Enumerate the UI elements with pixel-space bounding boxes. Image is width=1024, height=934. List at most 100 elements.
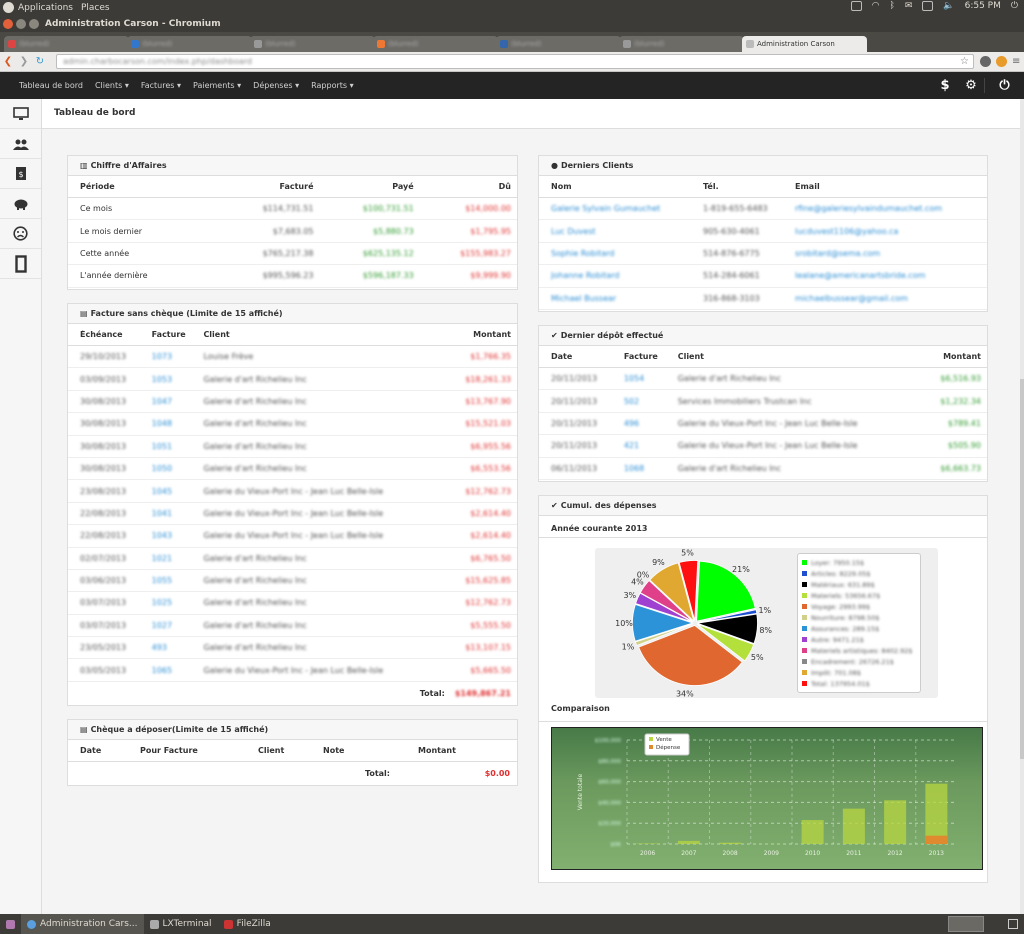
email-link[interactable]: michaelbussear@gmail.com [795,294,975,303]
sidebar-item-dashboard[interactable] [0,99,41,129]
invoice-link[interactable]: 1065 [152,666,204,675]
reload-icon[interactable]: ↻ [32,56,48,67]
invoice-link[interactable]: 1047 [152,397,204,406]
taskbar-item-chromium[interactable]: Administration Cars... [21,914,144,934]
sidebar-item-clients[interactable] [0,129,41,159]
scrollbar-thumb[interactable] [1020,379,1024,759]
invoice-link[interactable]: 1045 [152,487,204,496]
invoice-link[interactable]: 1048 [152,419,204,428]
invoice-link[interactable]: 1053 [152,375,204,384]
email-link[interactable]: srobitard@sema.com [795,249,975,258]
table-row: 23/05/2013 493 Galerie d'art Richelieu Inc… [68,637,517,660]
invoice-link[interactable]: 493 [152,643,204,652]
sidebar-item-depenses[interactable] [0,219,41,249]
trash-icon[interactable] [1008,919,1018,929]
invoice-link[interactable]: 1055 [152,576,204,585]
mail-icon[interactable]: ✉ [905,1,913,11]
legend-label: Autre: 9471.21$ [811,635,864,644]
extension-icon[interactable] [980,56,991,67]
client-cell: Galerie d'art Richelieu Inc [677,374,782,384]
bookmark-star-icon[interactable]: ☆ [960,56,969,67]
user-icon: ● [551,161,558,170]
client-name-link[interactable]: Sophie Robitard [551,249,703,258]
browser-tab[interactable]: (blurred) [4,36,129,52]
browser-tab[interactable]: (blurred) [373,36,498,52]
legend-item: Voyage: 2993.99$ [802,601,916,612]
dollar-icon[interactable]: $ [932,78,958,93]
maximize-window-icon[interactable] [29,18,39,29]
address-bar[interactable]: admin.charbocarson.com/index.php/dashboa… [56,54,974,69]
y-tick-label: $20,000 [598,821,621,827]
paye-cell: $100,731.51 [362,204,414,214]
wifi-icon[interactable]: ◠ [872,1,880,11]
email-link[interactable]: rfine@galeriesylvaindumauchet.com [795,204,975,213]
nav-clients[interactable]: Clients ▾ [95,81,129,90]
invoice-link[interactable]: 1027 [152,621,204,630]
pie-percent-label: 9% [652,558,665,567]
invoice-link[interactable]: 1068 [624,464,678,473]
browser-tab[interactable]: (blurred) [127,36,252,52]
gear-icon[interactable]: ⚙ [958,78,984,93]
volume-icon[interactable]: 🔈 [943,1,954,11]
echeance-cell: 30/08/2013 [80,396,127,406]
menu-applications[interactable]: Applications [18,3,73,13]
workspace-switcher[interactable] [948,916,984,932]
menu-places[interactable]: Places [81,3,110,13]
browser-tab[interactable]: (blurred) [250,36,375,52]
invoice-link[interactable]: 1041 [152,509,204,518]
extension-icon[interactable] [996,56,1007,67]
taskbar-item-filezilla[interactable]: FileZilla [218,914,277,934]
client-name-link[interactable]: Luc Duvest [551,227,703,236]
legend-swatch [649,737,653,741]
client-cell: Galerie du Vieux-Port Inc - Jean Luc Bel… [203,508,384,518]
invoice-link[interactable]: 1051 [152,442,204,451]
sidebar-item-rapports[interactable] [0,249,41,279]
forward-icon[interactable]: ❯ [16,56,32,67]
show-desktop-icon[interactable] [0,914,21,934]
legend-item: Assurances: 289.15$ [802,623,916,634]
invoice-link[interactable]: 502 [624,397,678,406]
table-row: 02/07/2013 1021 Galerie d'art Richelieu In… [68,548,517,570]
back-icon[interactable]: ❮ [0,56,16,67]
ubuntu-logo-icon[interactable] [3,2,14,13]
extensions: ≡ [980,56,1023,67]
nav-depenses[interactable]: Dépenses ▾ [253,81,299,90]
echeance-cell: 23/08/2013 [80,486,127,496]
power-icon[interactable]: ⏻ [984,78,1024,93]
nav-rapports[interactable]: Rapports ▾ [311,81,354,90]
browser-tab[interactable]: (blurred) [496,36,621,52]
browser-tab-active[interactable]: Administration Carson [742,36,867,52]
client-name-link[interactable]: Johanne Robitard [551,271,703,280]
invoice-link[interactable]: 1050 [152,464,204,473]
client-name-link[interactable]: Michael Bussear [551,294,703,303]
minimize-window-icon[interactable] [16,18,26,29]
browser-tab[interactable]: (blurred) [619,36,744,52]
email-link[interactable]: lealane@americanartsbride.com [795,271,975,280]
nav-factures[interactable]: Factures ▾ [141,81,181,90]
page-scrollbar[interactable] [1020,99,1024,914]
keyboard-icon[interactable] [850,1,862,11]
invoice-link[interactable]: 1054 [624,374,678,383]
sidebar-item-factures[interactable]: $ [0,159,41,189]
sidebar-item-paiements[interactable] [0,189,41,219]
invoice-link[interactable]: 496 [624,419,678,428]
email-link[interactable]: lucduvest1106@yahoo.ca [795,227,975,236]
invoice-link[interactable]: 1021 [152,554,204,563]
power-menu-icon[interactable]: ⏻ [1011,1,1018,11]
client-name-link[interactable]: Galerie Sylvain Gumauchet [551,204,703,213]
battery-icon[interactable] [922,1,934,11]
clock[interactable]: 6:55 PM [965,1,1001,11]
nav-paiements[interactable]: Paiements ▾ [193,81,241,90]
invoice-link[interactable]: 1043 [152,531,204,540]
invoice-link[interactable]: 1073 [152,352,204,361]
close-window-icon[interactable] [3,18,13,29]
montant-cell: $13,767.90 [465,396,512,406]
taskbar-item-lxterminal[interactable]: LXTerminal [144,914,218,934]
system-tray: ◠ ᛒ ✉ 🔈 6:55 PM ⏻ [850,1,1018,11]
invoice-link[interactable]: 421 [624,441,678,450]
montant-cell: $1,766.35 [470,352,512,362]
invoice-link[interactable]: 1025 [152,598,204,607]
bluetooth-icon[interactable]: ᛒ [889,1,894,11]
nav-tableau-de-bord[interactable]: Tableau de bord [19,81,83,90]
menu-icon[interactable]: ≡ [1012,56,1023,67]
